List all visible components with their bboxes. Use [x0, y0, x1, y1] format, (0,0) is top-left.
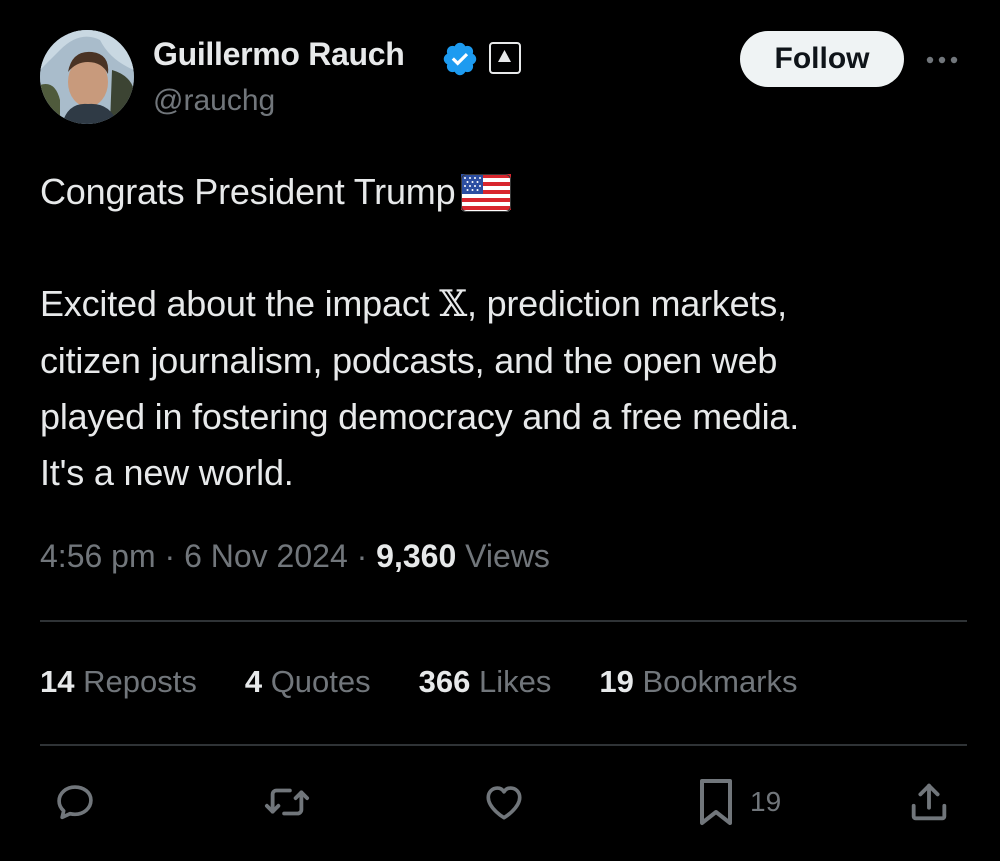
us-flag-icon [461, 174, 512, 212]
repost-button[interactable] [262, 778, 312, 826]
heart-icon [486, 786, 522, 820]
display-name[interactable]: Guillermo Rauch [153, 36, 405, 73]
bookmark-action-count: 19 [750, 786, 782, 817]
divider [40, 744, 967, 746]
tweet-line-5: It's a new world. [40, 452, 294, 493]
affiliate-badge-icon [489, 42, 521, 74]
tweet-line-1: Congrats President Trump [40, 164, 970, 220]
repost-icon [264, 788, 310, 816]
tweet-line-4: played in fostering democracy and a free… [40, 396, 800, 437]
reposts-label: Reposts [74, 664, 197, 699]
more-horizontal-icon[interactable] [920, 48, 964, 72]
action-bar: 19 [0, 778, 1000, 828]
meta-separator: · [155, 538, 185, 574]
avatar[interactable] [40, 30, 134, 124]
tweet-line-2a: Excited about the impact [40, 283, 440, 324]
bookmark-button[interactable]: 19 [696, 778, 781, 826]
like-button[interactable] [481, 778, 527, 826]
tweet-line-1-text: Congrats President Trump [40, 171, 456, 212]
meta-separator: · [347, 538, 377, 574]
reply-icon [57, 785, 93, 820]
follow-button[interactable]: Follow [740, 31, 904, 87]
tweet-date[interactable]: 6 Nov 2024 [184, 538, 348, 574]
tweet-meta: 4:56 pm · 6 Nov 2024 · 9,360 Views [40, 538, 550, 575]
tweet-line-2b: , prediction markets, [466, 283, 787, 324]
reposts-count: 14 [40, 664, 75, 699]
likes-count: 366 [418, 664, 471, 699]
bookmarks-stat[interactable]: 19 Bookmarks [599, 664, 797, 700]
x-link-glyph[interactable]: 𝕏 [439, 284, 467, 325]
views-count: 9,360 [376, 538, 457, 574]
tweet-text: Congrats President Trump Excited about t… [40, 164, 970, 501]
reposts-stat[interactable]: 14 Reposts [40, 664, 197, 700]
share-button[interactable] [906, 778, 952, 826]
likes-label: Likes [470, 664, 552, 699]
engagement-stats: 14 Reposts 4 Quotes 366 Likes 19 Bookmar… [40, 664, 798, 700]
quotes-label: Quotes [262, 664, 371, 699]
bookmark-icon [700, 779, 732, 825]
share-icon [911, 783, 947, 821]
bookmarks-count: 19 [599, 664, 634, 699]
divider [40, 620, 967, 622]
likes-stat[interactable]: 366 Likes [419, 664, 552, 700]
verified-badge-icon [443, 42, 477, 76]
quotes-count: 4 [244, 664, 263, 699]
reply-button[interactable] [52, 778, 98, 826]
tweet-line-3: citizen journalism, podcasts, and the op… [40, 340, 778, 381]
bookmarks-label: Bookmarks [633, 664, 798, 699]
views-label: Views [456, 538, 550, 574]
username-handle[interactable]: @rauchg [153, 84, 275, 118]
tweet-time[interactable]: 4:56 pm [40, 538, 156, 574]
tweet-paragraph-2: Excited about the impact 𝕏, prediction m… [40, 276, 970, 501]
quotes-stat[interactable]: 4 Quotes [245, 664, 371, 700]
